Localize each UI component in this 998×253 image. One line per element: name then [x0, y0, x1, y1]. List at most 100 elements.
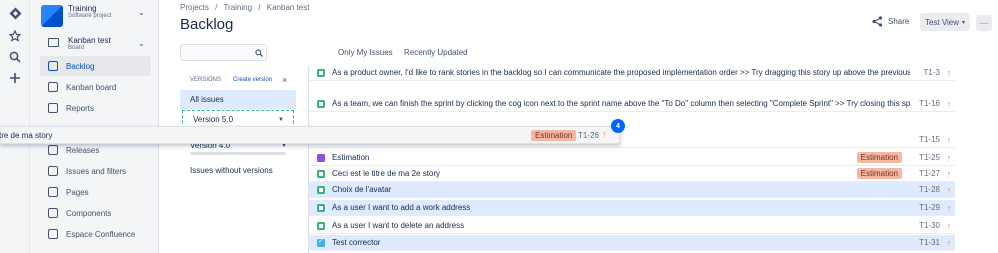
- breadcrumb-separator: /: [215, 3, 218, 12]
- more-actions-button[interactable]: ···: [976, 15, 992, 31]
- breadcrumb-training[interactable]: Training: [223, 3, 252, 12]
- sidebar-item-components[interactable]: Components: [40, 203, 151, 223]
- breadcrumb-projects[interactable]: Projects: [180, 3, 209, 12]
- issue-row-t1-31[interactable]: Test corrector T1-31 ↑: [309, 235, 955, 251]
- version-all-issues[interactable]: All issues: [180, 90, 296, 109]
- issue-summary: As a user I want to delete an address: [332, 221, 465, 230]
- story-type-icon: [317, 185, 325, 194]
- issue-summary: As a team, we can finish the sprint by c…: [332, 99, 910, 108]
- page-title: Backlog: [180, 16, 234, 33]
- issue-key[interactable]: T1-25: [910, 153, 940, 162]
- version-label: Version 5.0: [193, 115, 234, 124]
- project-name[interactable]: Training: [68, 4, 97, 13]
- chevron-down-icon[interactable]: ⌄: [138, 8, 145, 17]
- issue-key[interactable]: T1-30: [910, 221, 940, 230]
- releases-icon: [48, 145, 58, 155]
- priority-arrow-icon: ↑: [946, 202, 952, 213]
- sidebar-item-pages[interactable]: Pages: [40, 182, 151, 202]
- epic-type-icon: [317, 153, 325, 162]
- sidebar-item-label: Reports: [66, 103, 95, 113]
- issue-summary: Estimation: [332, 153, 370, 162]
- backlog-issue-list: As a product owner, I'd like to rank sto…: [308, 65, 955, 253]
- backlog-search-input[interactable]: [180, 44, 267, 61]
- jira-logo-icon[interactable]: [8, 6, 22, 20]
- pages-icon: [48, 187, 58, 197]
- issue-row-t1-27[interactable]: Ceci est le titre de ma 2e story Estimati…: [309, 166, 955, 182]
- share-button[interactable]: Share: [872, 16, 909, 27]
- sidebar-item-label: Releases: [66, 145, 100, 155]
- priority-arrow-icon: ↑: [946, 220, 952, 231]
- issue-row-t1-25[interactable]: Estimation Estimation T1-25 ↑: [309, 150, 955, 166]
- sidebar-item-label: Backlog: [66, 61, 95, 71]
- sidebar-item-backlog[interactable]: Backlog: [40, 56, 151, 76]
- close-icon[interactable]: ×: [282, 75, 287, 85]
- task-type-icon: [317, 237, 325, 247]
- quick-filter-recently-updated[interactable]: Recently Updated: [404, 48, 468, 57]
- version-progress-bar: [190, 152, 286, 155]
- issue-summary: Choix de l'avatar: [332, 185, 392, 194]
- sidebar-item-label: Issues and filters: [66, 166, 127, 176]
- story-type-icon: [317, 68, 325, 77]
- versions-header: VERSIONS: [190, 77, 222, 83]
- issue-key[interactable]: T1-16: [910, 99, 940, 108]
- issue-key[interactable]: T1-28: [910, 185, 940, 194]
- reports-icon: [48, 103, 58, 113]
- chevron-down-icon[interactable]: ⌄: [138, 39, 145, 48]
- search-icon: [255, 49, 263, 57]
- components-icon: [48, 208, 58, 218]
- share-icon: [872, 16, 883, 27]
- sidebar-item-label: Components: [66, 208, 112, 218]
- story-type-icon: [317, 99, 325, 108]
- issue-summary: Ceci est le titre de ma 2e story: [332, 169, 441, 178]
- issue-summary: As a user I want to add a work address: [332, 203, 471, 212]
- caret-down-icon[interactable]: ▼: [278, 117, 284, 123]
- epic-lozenge[interactable]: Estimation: [856, 168, 902, 179]
- issue-key[interactable]: T1-3: [910, 68, 940, 77]
- confluence-icon: [48, 229, 58, 239]
- sidebar-item-reports[interactable]: Reports: [40, 98, 151, 118]
- issue-key[interactable]: T1-15: [910, 135, 940, 144]
- issue-key[interactable]: T1-27: [910, 169, 940, 178]
- create-plus-icon[interactable]: [8, 71, 22, 85]
- sidebar-item-issues-and-filters[interactable]: Issues and filters: [40, 161, 151, 181]
- project-type: Software project: [68, 13, 112, 19]
- board-view-dropdown[interactable]: Test View ▾: [920, 13, 970, 31]
- create-version-link[interactable]: Create version: [233, 77, 272, 83]
- project-avatar[interactable]: [41, 5, 63, 27]
- epic-lozenge: Estimation: [531, 130, 577, 141]
- issue-row-t1-28[interactable]: Choix de l'avatar T1-28 ↑: [309, 182, 955, 198]
- board-type: Board: [68, 45, 85, 51]
- priority-arrow-icon: ↑: [946, 168, 952, 179]
- board-icon: [48, 82, 58, 92]
- sidebar-item-espace-confluence[interactable]: Espace Confluence: [40, 224, 151, 244]
- board-name[interactable]: Kanban test: [68, 36, 111, 45]
- issue-key: T1-26: [578, 131, 599, 140]
- issue-summary: As a product owner, I'd like to rank sto…: [332, 68, 910, 77]
- sidebar-item-label: Pages: [66, 187, 89, 197]
- issue-row-t1-29[interactable]: As a user I want to add a work address T1…: [309, 200, 955, 216]
- epic-lozenge[interactable]: Estimation: [856, 152, 902, 163]
- board-view-label: Test View: [924, 17, 960, 27]
- dragged-issue-ghost[interactable]: tre de ma story Estimation T1-26 ↑: [0, 126, 620, 144]
- issue-key[interactable]: T1-31: [910, 238, 940, 247]
- board-icon: [48, 38, 59, 47]
- star-icon[interactable]: [8, 29, 22, 43]
- ghost-summary: tre de ma story: [0, 130, 53, 140]
- versions-panel: VERSIONS Create version × All issues Ver…: [180, 72, 296, 253]
- sidebar-item-kanban-board[interactable]: Kanban board: [40, 77, 151, 97]
- sidebar-item-label: Kanban board: [66, 82, 117, 92]
- share-label: Share: [888, 17, 910, 26]
- story-type-icon: [317, 169, 325, 178]
- issues-icon: [48, 166, 58, 176]
- priority-arrow-icon: ↑: [946, 152, 952, 163]
- issue-row-t1-16[interactable]: As a team, we can finish the sprint by c…: [309, 96, 955, 112]
- issue-key[interactable]: T1-29: [910, 203, 940, 212]
- issue-row-t1-3[interactable]: As a product owner, I'd like to rank sto…: [309, 65, 955, 81]
- drag-count-badge: 4: [611, 119, 625, 133]
- breadcrumb-kanban-test[interactable]: Kanban test: [267, 3, 310, 12]
- issue-row-t1-30[interactable]: As a user I want to delete an address T1-…: [309, 218, 955, 234]
- search-icon[interactable]: [8, 50, 22, 64]
- quick-filter-only-my-issues[interactable]: Only My Issues: [338, 48, 393, 57]
- version-issues-without[interactable]: Issues without versions: [180, 161, 296, 180]
- priority-arrow-icon: ↑: [946, 237, 952, 248]
